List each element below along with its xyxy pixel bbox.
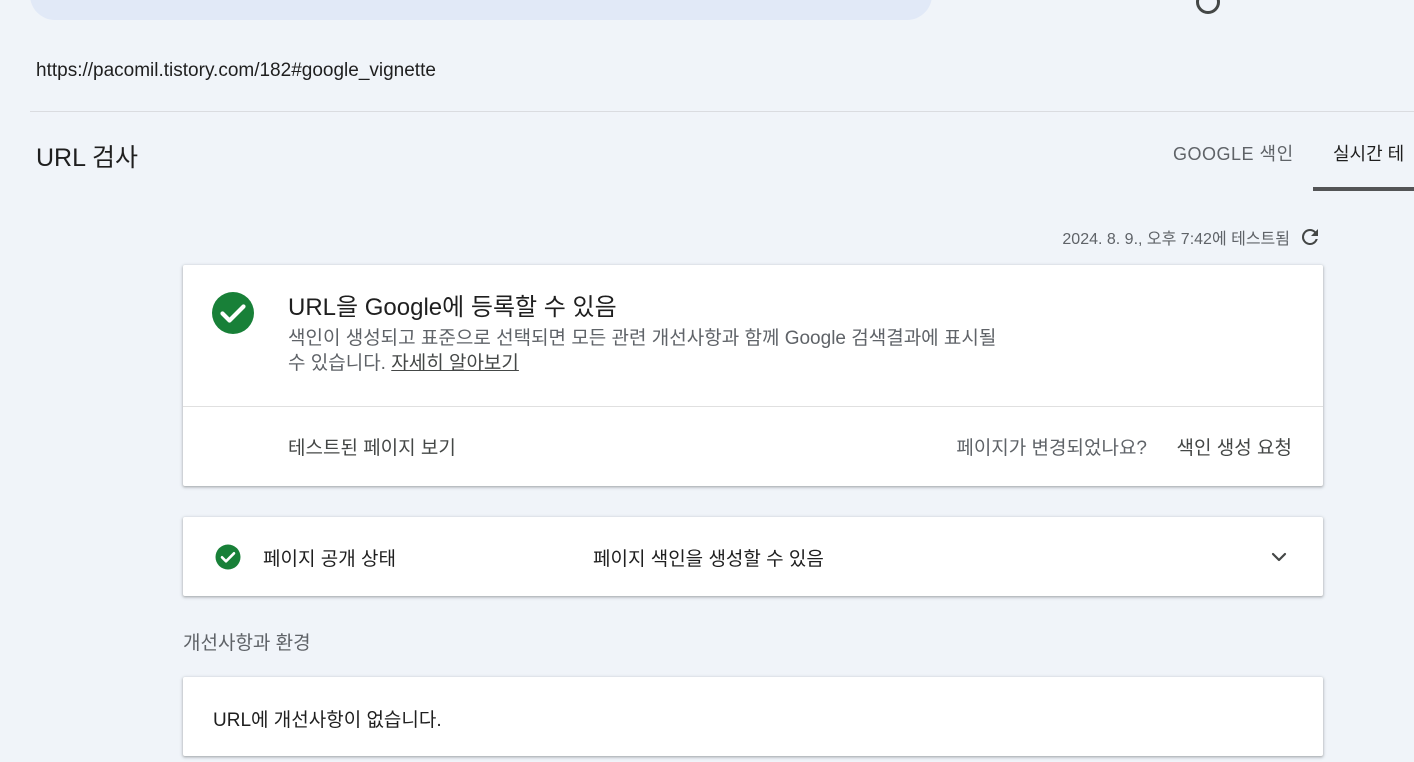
learn-more-link[interactable]: 자세히 알아보기 bbox=[391, 353, 519, 374]
availability-value: 페이지 색인을 생성할 수 있음 bbox=[593, 549, 824, 570]
status-title: URL을 Google에 등록할 수 있음 bbox=[288, 294, 617, 321]
check-circle-icon bbox=[215, 544, 241, 570]
inspected-url: https://pacomil.tistory.com/182#google_v… bbox=[36, 60, 436, 81]
refresh-icon[interactable] bbox=[1298, 225, 1322, 249]
enhancements-card: URL에 개선사항이 없습니다. bbox=[183, 677, 1323, 756]
header-divider bbox=[30, 111, 1414, 112]
card-divider bbox=[183, 406, 1323, 407]
tab-live-test[interactable]: 실시간 테 bbox=[1333, 140, 1404, 166]
chevron-down-icon[interactable] bbox=[1267, 545, 1291, 569]
page-availability-row[interactable]: 페이지 공개 상태 페이지 색인을 생성할 수 있음 bbox=[183, 517, 1323, 596]
view-tested-page-button[interactable]: 테스트된 페이지 보기 bbox=[288, 433, 456, 460]
url-status-card: URL을 Google에 등록할 수 있음 색인이 생성되고 표준으로 선택되면… bbox=[183, 265, 1323, 486]
header-icons bbox=[1196, 0, 1356, 14]
tested-timestamp-row: 2024. 8. 9., 오후 7:42에 테스트됨 bbox=[1062, 225, 1322, 249]
request-indexing-button[interactable]: 색인 생성 요청 bbox=[1177, 433, 1292, 460]
active-tab-indicator bbox=[1313, 187, 1414, 191]
page-title: URL 검사 bbox=[36, 144, 139, 172]
check-circle-icon bbox=[212, 292, 254, 334]
page-changed-prompt: 페이지가 변경되었나요? bbox=[956, 438, 1147, 459]
search-bar[interactable] bbox=[30, 0, 932, 20]
no-enhancements-message: URL에 개선사항이 없습니다. bbox=[213, 710, 442, 731]
tested-timestamp: 2024. 8. 9., 오후 7:42에 테스트됨 bbox=[1062, 231, 1290, 248]
status-description: 색인이 생성되고 표준으로 선택되면 모든 관련 개선사항과 함께 Google… bbox=[288, 326, 1008, 376]
enhancements-section-title: 개선사항과 환경 bbox=[183, 633, 311, 654]
tab-google-index[interactable]: GOOGLE 색인 bbox=[1173, 140, 1294, 166]
help-icon[interactable] bbox=[1196, 0, 1220, 14]
availability-label: 페이지 공개 상태 bbox=[263, 549, 396, 570]
